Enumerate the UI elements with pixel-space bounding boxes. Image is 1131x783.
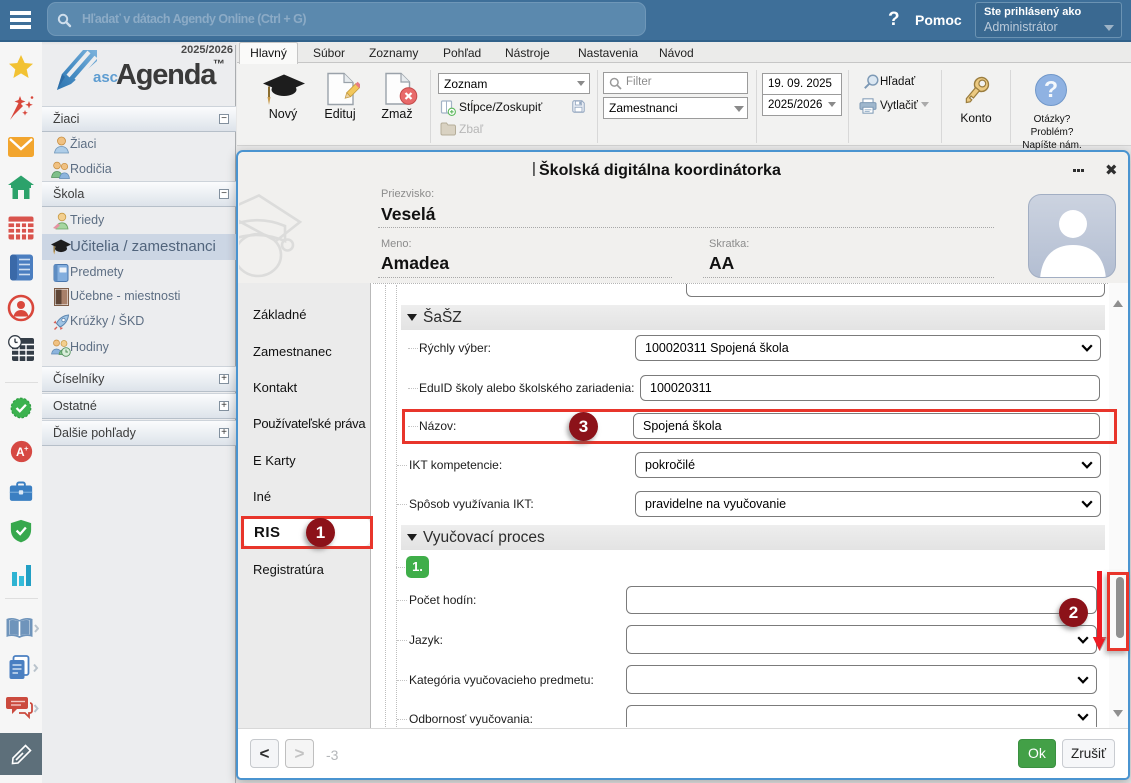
svg-text:+: + bbox=[24, 444, 29, 453]
